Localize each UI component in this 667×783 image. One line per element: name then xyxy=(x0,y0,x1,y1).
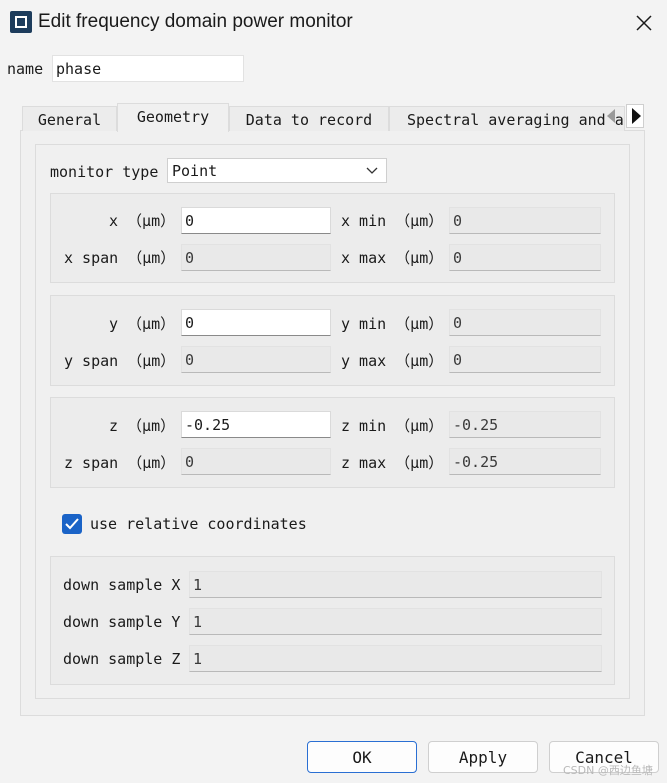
y-max-field: 0 xyxy=(449,346,601,373)
apply-button[interactable]: Apply xyxy=(428,741,538,773)
y-input[interactable]: 0 xyxy=(181,309,331,336)
down-sample-z-label: down sample Z xyxy=(63,650,181,668)
y-label: y （μm） xyxy=(109,315,176,333)
y-span-field: 0 xyxy=(181,346,331,373)
tab-scroll-left-icon xyxy=(607,109,615,123)
close-icon xyxy=(636,15,652,31)
z-span-label: z span （μm） xyxy=(64,454,176,472)
x-min-field: 0 xyxy=(449,207,601,234)
tab-geometry[interactable]: Geometry xyxy=(117,103,229,132)
x-max-field: 0 xyxy=(449,244,601,271)
z-min-label: z min （μm） xyxy=(341,417,444,435)
monitor-type-value: Point xyxy=(172,162,218,180)
window-title: Edit frequency domain power monitor xyxy=(38,11,353,32)
name-input[interactable]: phase xyxy=(52,55,244,82)
down-sample-x-field: 1 xyxy=(189,571,602,598)
app-icon xyxy=(10,11,32,33)
z-label: z （μm） xyxy=(109,417,176,435)
down-sample-y-field: 1 xyxy=(189,608,602,635)
tab-scroll-right-button[interactable] xyxy=(626,104,644,128)
z-max-field: -0.25 xyxy=(449,448,601,475)
check-icon xyxy=(65,518,79,530)
tab-data-to-record[interactable]: Data to record xyxy=(229,106,389,131)
tab-scroll-left-button[interactable] xyxy=(605,108,619,126)
chevron-down-icon xyxy=(366,167,378,174)
z-span-field: 0 xyxy=(181,448,331,475)
monitor-type-select[interactable]: Point xyxy=(167,158,387,183)
monitor-type-label: monitor type xyxy=(50,163,159,181)
name-label: name xyxy=(7,60,44,78)
x-min-label: x min （μm） xyxy=(341,212,444,230)
x-label: x （μm） xyxy=(109,212,176,230)
y-span-label: y span （μm） xyxy=(64,352,176,370)
y-min-label: y min （μm） xyxy=(341,315,444,333)
close-button[interactable] xyxy=(626,6,662,40)
relative-coordinates-label[interactable]: use relative coordinates xyxy=(90,515,307,533)
z-max-label: z max （μm） xyxy=(341,454,444,472)
down-sample-x-label: down sample X xyxy=(63,576,181,594)
relative-coordinates-checkbox[interactable] xyxy=(62,514,82,534)
z-input[interactable]: -0.25 xyxy=(181,411,331,438)
ok-button[interactable]: OK xyxy=(307,741,417,773)
x-max-label: x max （μm） xyxy=(341,249,444,267)
down-sample-y-label: down sample Y xyxy=(63,613,181,631)
watermark: CSDN @西边鱼塘 xyxy=(563,764,653,777)
y-min-field: 0 xyxy=(449,309,601,336)
tab-general[interactable]: General xyxy=(22,106,117,131)
tab-spectral-averaging[interactable]: Spectral averaging and a xyxy=(389,106,625,131)
tab-scroll-right-icon xyxy=(632,108,641,124)
x-span-field: 0 xyxy=(181,244,331,271)
title-bar: Edit frequency domain power monitor xyxy=(0,0,667,44)
y-max-label: y max （μm） xyxy=(341,352,444,370)
x-span-label: x span （μm） xyxy=(64,249,176,267)
x-input[interactable]: 0 xyxy=(181,207,331,234)
down-sample-z-field: 1 xyxy=(189,645,602,672)
z-min-field: -0.25 xyxy=(449,411,601,438)
